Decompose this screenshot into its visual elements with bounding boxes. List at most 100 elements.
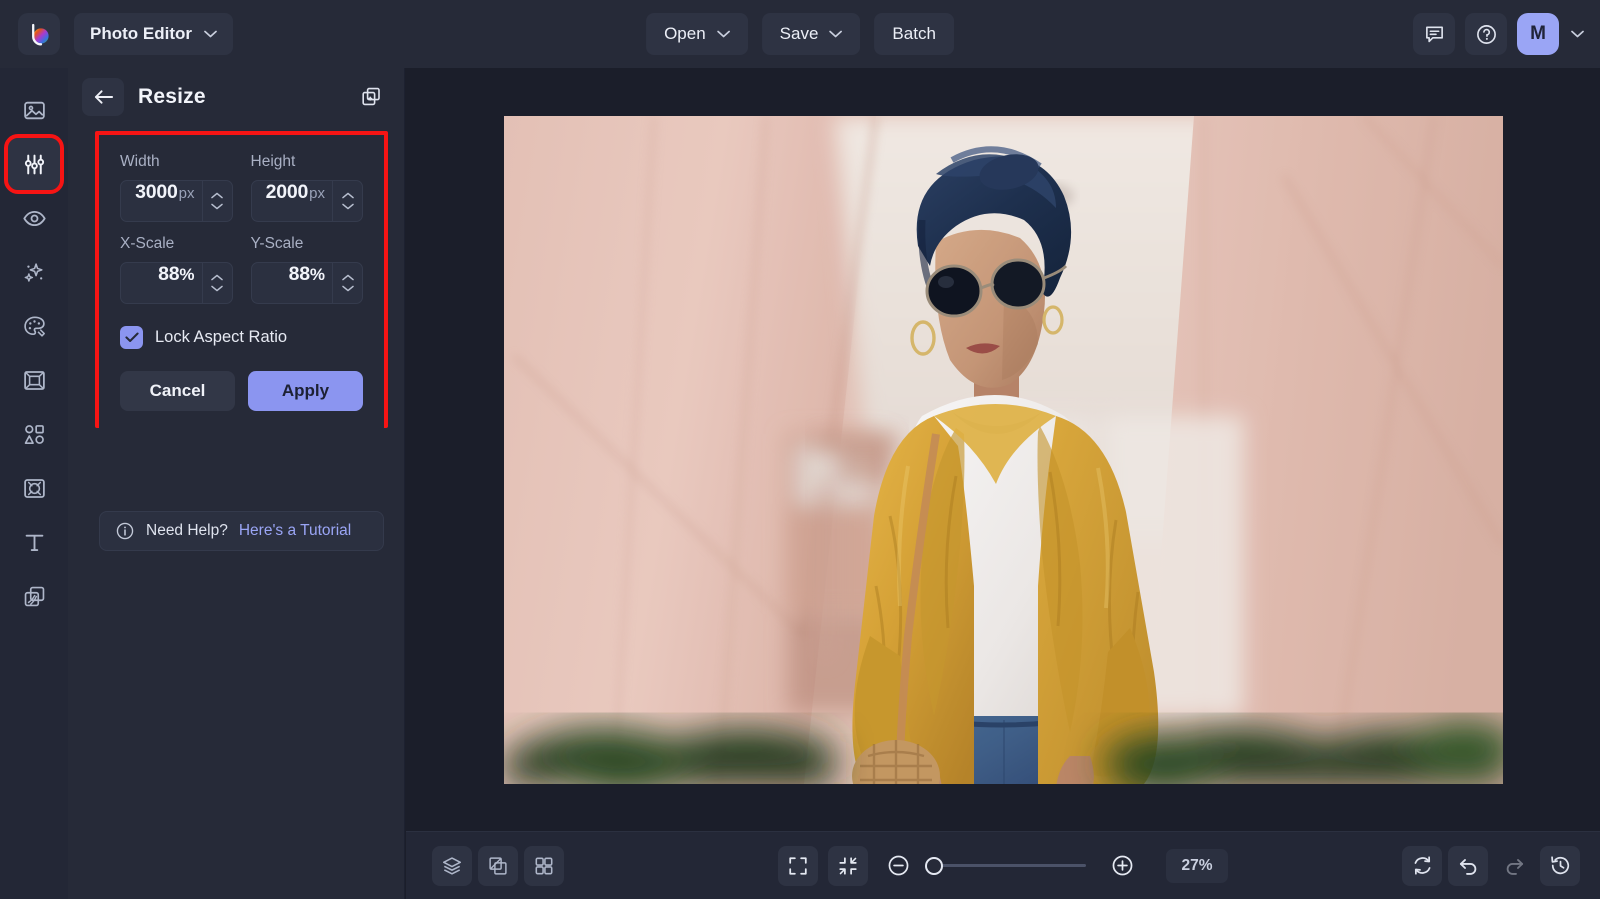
sidebar-item-texture[interactable]: [8, 462, 60, 514]
sidebar-item-frame[interactable]: [8, 354, 60, 406]
height-field-group: Height 2000 px: [251, 153, 364, 222]
sidebar-item-shapes[interactable]: [8, 408, 60, 460]
width-input[interactable]: 3000 px: [121, 181, 202, 221]
edited-photo[interactable]: [504, 116, 1503, 784]
save-label: Save: [780, 24, 819, 44]
eye-icon: [22, 206, 47, 231]
chevron-up-icon[interactable]: [342, 274, 354, 281]
xscale-input-wrap: 88 %: [120, 262, 233, 304]
center-tool-group: Open Save Batch: [646, 13, 954, 55]
copy-add-icon: [360, 86, 382, 108]
shrink-icon: [837, 855, 859, 877]
canvas-area[interactable]: [406, 68, 1600, 831]
zoom-controls: 27%: [778, 846, 1228, 886]
chevron-down-icon[interactable]: [342, 203, 354, 210]
zoom-level-readout[interactable]: 27%: [1166, 849, 1228, 883]
zoom-out-button[interactable]: [878, 846, 918, 886]
account-chevron-down-icon[interactable]: [1571, 30, 1584, 38]
chevron-down-icon: [829, 30, 842, 38]
yscale-label: Y-Scale: [251, 235, 364, 253]
panel-back-button[interactable]: [82, 78, 124, 116]
app-logo-button[interactable]: [18, 13, 60, 55]
overlay-icon: [22, 584, 47, 609]
open-button[interactable]: Open: [646, 13, 748, 55]
width-stepper[interactable]: [202, 181, 232, 221]
text-icon: [22, 530, 47, 555]
fit-screen-icon: [787, 855, 809, 877]
xscale-label: X-Scale: [120, 235, 233, 253]
panel-header: Resize: [68, 68, 404, 126]
sidebar-item-color[interactable]: [8, 300, 60, 352]
height-input-wrap: 2000 px: [251, 180, 364, 222]
yscale-input[interactable]: 88 %: [252, 263, 333, 303]
reset-button[interactable]: [1402, 846, 1442, 886]
apply-button[interactable]: Apply: [248, 371, 363, 411]
xscale-field-group: X-Scale 88 %: [120, 235, 233, 304]
xscale-input[interactable]: 88 %: [121, 263, 202, 303]
scale-row: X-Scale 88 %: [120, 235, 363, 304]
chevron-up-icon[interactable]: [211, 274, 223, 281]
shrink-button[interactable]: [828, 846, 868, 886]
grid-icon: [533, 855, 555, 877]
zoom-in-button[interactable]: [1102, 846, 1142, 886]
lock-aspect-checkbox[interactable]: [120, 326, 143, 349]
frame-icon: [22, 368, 47, 393]
width-field-group: Width 3000 px: [120, 153, 233, 222]
sidebar-item-image[interactable]: [8, 84, 60, 136]
xscale-stepper[interactable]: [202, 263, 232, 303]
chevron-up-icon[interactable]: [342, 192, 354, 199]
help-button[interactable]: [1465, 13, 1507, 55]
add-to-batch-button[interactable]: [360, 86, 382, 108]
sidebar-item-retouch[interactable]: [8, 192, 60, 244]
chevron-up-icon[interactable]: [211, 192, 223, 199]
yscale-value: 88: [289, 263, 310, 286]
image-icon: [22, 98, 47, 123]
zoom-slider-track[interactable]: [934, 864, 1086, 867]
user-avatar[interactable]: M: [1517, 13, 1559, 55]
height-stepper[interactable]: [332, 181, 362, 221]
sidebar-item-effects[interactable]: [8, 246, 60, 298]
sidebar-item-text[interactable]: [8, 516, 60, 568]
palette-icon: [22, 314, 47, 339]
redo-button[interactable]: [1494, 846, 1534, 886]
feedback-button[interactable]: [1413, 13, 1455, 55]
history-button[interactable]: [1540, 846, 1580, 886]
height-input[interactable]: 2000 px: [252, 181, 333, 221]
batch-label: Batch: [892, 24, 935, 44]
grid-view-button[interactable]: [524, 846, 564, 886]
yscale-stepper[interactable]: [332, 263, 362, 303]
height-value: 2000: [266, 181, 309, 204]
arrow-left-icon: [93, 89, 114, 105]
texture-icon: [22, 476, 47, 501]
cancel-button[interactable]: Cancel: [120, 371, 235, 411]
tutorial-link[interactable]: Here's a Tutorial: [239, 522, 351, 540]
xscale-value: 88: [158, 263, 179, 286]
save-button[interactable]: Save: [762, 13, 861, 55]
chevron-down-icon[interactable]: [342, 285, 354, 292]
lock-aspect-row[interactable]: Lock Aspect Ratio: [120, 326, 363, 349]
tutorial-banner[interactable]: Need Help? Here's a Tutorial: [99, 511, 384, 551]
zoom-slider-knob[interactable]: [925, 857, 943, 875]
plus-circle-icon: [1110, 853, 1135, 878]
undo-button[interactable]: [1448, 846, 1488, 886]
zoom-slider[interactable]: [934, 864, 1086, 867]
layers-icon: [441, 855, 463, 877]
yscale-unit: %: [310, 265, 325, 285]
open-label: Open: [664, 24, 706, 44]
app-mode-menu[interactable]: Photo Editor: [74, 13, 233, 55]
color-wheel-logo-icon: [26, 21, 52, 47]
yscale-input-wrap: 88 %: [251, 262, 364, 304]
check-icon: [125, 332, 139, 343]
bottom-left-group: [432, 846, 564, 886]
question-circle-icon: [1475, 23, 1498, 46]
comment-icon: [1424, 24, 1445, 45]
layers-button[interactable]: [432, 846, 472, 886]
fit-screen-button[interactable]: [778, 846, 818, 886]
sidebar-item-adjust[interactable]: [8, 138, 60, 190]
chevron-down-icon[interactable]: [211, 285, 223, 292]
batch-button[interactable]: Batch: [874, 13, 953, 55]
chevron-down-icon[interactable]: [211, 203, 223, 210]
compare-button[interactable]: [478, 846, 518, 886]
sidebar-item-layers[interactable]: [8, 570, 60, 622]
top-right-group: M: [1413, 13, 1584, 55]
